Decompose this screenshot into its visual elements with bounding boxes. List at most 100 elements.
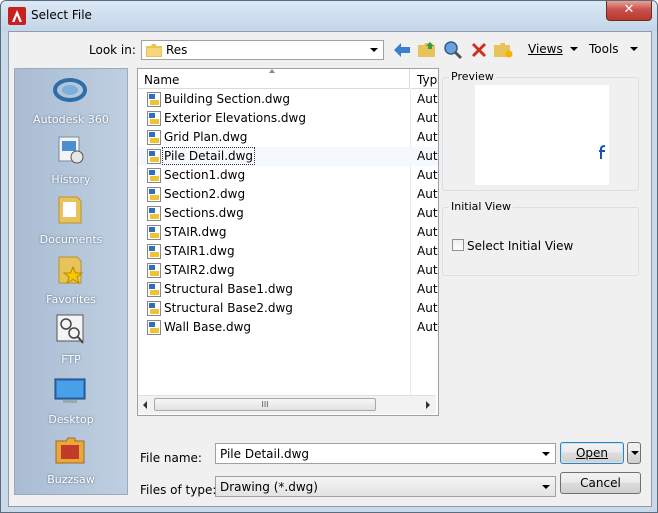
tools-dropdown-icon[interactable]: [630, 47, 638, 51]
file-type: Aut: [417, 92, 438, 106]
chevron-down-icon[interactable]: [542, 452, 550, 456]
file-type: Aut: [417, 168, 438, 182]
file-name: Sections.dwg: [164, 206, 244, 220]
documents-icon: [58, 196, 82, 224]
place-history[interactable]: History: [15, 131, 127, 191]
scroll-right-icon[interactable]: [426, 401, 430, 409]
scroll-left-icon[interactable]: [143, 401, 147, 409]
preview-label: Preview: [449, 70, 496, 83]
title-bar[interactable]: Select File ✕: [1, 1, 657, 31]
cancel-button[interactable]: Cancel: [560, 472, 641, 494]
file-name-input[interactable]: Pile Detail.dwg: [215, 443, 556, 464]
file-row[interactable]: Exterior Elevations.dwg Aut: [138, 109, 438, 128]
close-button[interactable]: ✕: [606, 1, 652, 21]
dwg-file-icon: [147, 225, 161, 240]
scrollbar-grip: III: [261, 400, 269, 409]
file-name: Pile Detail.dwg: [161, 147, 256, 165]
create-folder-icon[interactable]: [493, 40, 513, 60]
place-label: Autodesk 360: [33, 113, 109, 126]
places-bar: Autodesk 360 History Documents Favorites: [14, 68, 128, 495]
dwg-file-icon: [147, 111, 161, 126]
scrollbar-thumb[interactable]: III: [154, 398, 376, 411]
preview-image: [475, 85, 609, 185]
look-in-value: Res: [166, 43, 188, 57]
file-type: Aut: [417, 282, 438, 296]
dwg-file-icon: [147, 244, 161, 259]
file-row[interactable]: Sections.dwg Aut: [138, 204, 438, 223]
file-name-value: Pile Detail.dwg: [220, 447, 310, 461]
file-row[interactable]: Pile Detail.dwg Aut: [138, 147, 438, 166]
place-documents[interactable]: Documents: [15, 191, 127, 251]
delete-icon[interactable]: [469, 40, 489, 60]
back-arrow-icon[interactable]: [392, 40, 412, 60]
open-button[interactable]: Open: [560, 442, 624, 464]
files-of-type-value: Drawing (*.dwg): [220, 480, 318, 494]
file-type: Aut: [417, 225, 438, 239]
place-favorites[interactable]: Favorites: [15, 251, 127, 311]
dwg-file-icon: [147, 301, 161, 316]
select-initial-view-label[interactable]: Select Initial View: [467, 239, 573, 253]
open-options-button[interactable]: [627, 442, 641, 464]
chevron-down-icon: [542, 485, 550, 489]
file-name: STAIR2.dwg: [164, 263, 235, 277]
column-header-name[interactable]: Name: [138, 69, 410, 89]
file-row[interactable]: Structural Base1.dwg Aut: [138, 280, 438, 299]
dwg-file-icon: [147, 263, 161, 278]
files-of-type-dropdown[interactable]: Drawing (*.dwg): [215, 476, 556, 497]
place-buzzsaw[interactable]: Buzzsaw: [15, 431, 127, 491]
dwg-file-icon: [147, 92, 161, 107]
place-ftp[interactable]: FTP: [15, 311, 127, 371]
views-menu[interactable]: Views: [528, 42, 563, 56]
close-icon: ✕: [623, 2, 635, 17]
look-in-dropdown[interactable]: Res: [141, 40, 384, 60]
file-row[interactable]: Grid Plan.dwg Aut: [138, 128, 438, 147]
file-row[interactable]: STAIR.dwg Aut: [138, 223, 438, 242]
ftp-icon: [56, 314, 84, 344]
file-row[interactable]: STAIR1.dwg Aut: [138, 242, 438, 261]
tools-menu[interactable]: Tools: [589, 42, 619, 56]
place-label: History: [51, 173, 91, 186]
file-row[interactable]: STAIR2.dwg Aut: [138, 261, 438, 280]
file-name: STAIR1.dwg: [164, 244, 235, 258]
place-label: Favorites: [46, 293, 96, 306]
file-row[interactable]: Wall Base.dwg Aut: [138, 318, 438, 337]
file-list[interactable]: Name Typ Building Section.dwg Aut Exterior…: [137, 68, 439, 416]
file-row[interactable]: Structural Base2.dwg Aut: [138, 299, 438, 318]
file-name: Section1.dwg: [164, 168, 246, 182]
file-type: Aut: [417, 206, 438, 220]
column-header-type[interactable]: Typ: [411, 69, 438, 89]
search-web-icon[interactable]: [443, 40, 463, 60]
file-row[interactable]: Section1.dwg Aut: [138, 166, 438, 185]
look-in-label: Look in:: [89, 43, 136, 57]
file-name: Grid Plan.dwg: [164, 130, 248, 144]
desktop-icon: [54, 378, 86, 403]
file-type: Aut: [417, 244, 438, 258]
chevron-down-icon: [370, 48, 378, 52]
select-initial-view-checkbox[interactable]: [452, 239, 464, 251]
place-desktop[interactable]: Desktop: [15, 371, 127, 431]
dwg-file-icon: [147, 282, 161, 297]
place-label: Desktop: [48, 413, 94, 426]
horizontal-scrollbar[interactable]: III: [138, 395, 436, 414]
autocad-app-icon: [8, 7, 26, 25]
history-icon: [58, 136, 84, 164]
dwg-file-icon: [147, 320, 161, 335]
file-name: STAIR.dwg: [164, 225, 227, 239]
file-type: Aut: [417, 320, 438, 334]
file-name: Building Section.dwg: [164, 92, 290, 106]
place-autodesk-360[interactable]: Autodesk 360: [15, 71, 127, 131]
file-type: Aut: [417, 130, 438, 144]
file-name: Section2.dwg: [164, 187, 246, 201]
file-type: Aut: [417, 301, 438, 315]
window-title: Select File: [31, 8, 92, 22]
file-name: Wall Base.dwg: [164, 320, 252, 334]
file-type: Aut: [417, 263, 438, 277]
favorites-icon: [58, 256, 84, 285]
buzzsaw-icon: [55, 437, 85, 464]
file-row[interactable]: Building Section.dwg Aut: [138, 90, 438, 109]
file-name-label: File name:: [140, 451, 202, 465]
file-row[interactable]: Section2.dwg Aut: [138, 185, 438, 204]
up-folder-icon[interactable]: [417, 40, 437, 60]
folder-icon: [146, 44, 162, 57]
views-dropdown-icon[interactable]: [570, 47, 578, 51]
